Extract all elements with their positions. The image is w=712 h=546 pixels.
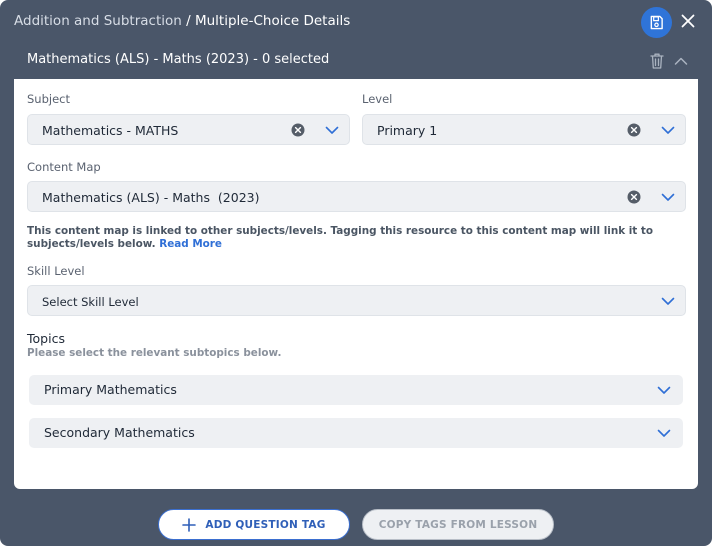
topics-subtitle: Please select the relevant subtopics bel… bbox=[27, 347, 282, 359]
level-select[interactable]: Primary 1 bbox=[362, 114, 686, 145]
save-icon bbox=[650, 15, 663, 30]
clear-icon[interactable] bbox=[627, 190, 641, 204]
skill-level-placeholder: Select Skill Level bbox=[42, 295, 139, 309]
content-map-note: This content map is linked to other subj… bbox=[27, 225, 687, 250]
breadcrumb-separator: / bbox=[181, 13, 195, 29]
panel-title: Mathematics (ALS) - Maths (2023) - 0 sel… bbox=[27, 52, 330, 67]
skill-level-select[interactable]: Select Skill Level bbox=[27, 285, 686, 316]
subject-label: Subject bbox=[27, 92, 70, 106]
topic-accordion-secondary[interactable]: Secondary Mathematics bbox=[29, 418, 683, 448]
panel-header[interactable]: Mathematics (ALS) - Maths (2023) - 0 sel… bbox=[14, 42, 698, 79]
breadcrumb-parent[interactable]: Addition and Subtraction bbox=[14, 13, 182, 29]
content-map-value: Mathematics (ALS) - Maths (2023) bbox=[42, 190, 260, 205]
topics-title: Topics bbox=[27, 331, 65, 346]
chevron-down-icon bbox=[657, 429, 671, 437]
add-question-tag-button[interactable]: ADD QUESTION TAG bbox=[158, 509, 350, 540]
chevron-down-icon bbox=[657, 386, 671, 394]
title-bar: Addition and Subtraction / Multiple-Choi… bbox=[0, 0, 712, 42]
note-text: This content map is linked to other subj… bbox=[27, 225, 653, 250]
chevron-down-icon[interactable] bbox=[325, 124, 339, 136]
chevron-up-icon[interactable] bbox=[673, 53, 689, 69]
copy-tags-label: COPY TAGS FROM LESSON bbox=[378, 518, 538, 531]
topic-label: Primary Mathematics bbox=[44, 382, 177, 397]
clear-icon[interactable] bbox=[291, 123, 305, 137]
close-icon bbox=[681, 14, 695, 28]
modal-window: Addition and Subtraction / Multiple-Choi… bbox=[0, 0, 712, 546]
save-button[interactable] bbox=[641, 7, 672, 38]
subject-select[interactable]: Mathematics - MATHS bbox=[27, 114, 350, 145]
tag-panel: Mathematics (ALS) - Maths (2023) - 0 sel… bbox=[14, 42, 698, 489]
chevron-down-icon[interactable] bbox=[661, 295, 675, 307]
content-map-label: Content Map bbox=[27, 160, 101, 174]
close-button[interactable] bbox=[679, 12, 697, 30]
clear-icon[interactable] bbox=[627, 123, 641, 137]
breadcrumb-current: Multiple-Choice Details bbox=[194, 13, 351, 29]
read-more-link[interactable]: Read More bbox=[159, 238, 222, 250]
breadcrumb: Addition and Subtraction / Multiple-Choi… bbox=[14, 13, 350, 29]
trash-icon[interactable] bbox=[649, 52, 665, 70]
chevron-down-icon[interactable] bbox=[661, 124, 675, 136]
add-question-tag-label: ADD QUESTION TAG bbox=[205, 518, 326, 531]
topic-accordion-primary[interactable]: Primary Mathematics bbox=[29, 375, 683, 405]
plus-icon bbox=[182, 517, 197, 532]
subject-value: Mathematics - MATHS bbox=[42, 123, 179, 138]
level-label: Level bbox=[362, 92, 393, 106]
level-value: Primary 1 bbox=[377, 123, 438, 138]
skill-level-label: Skill Level bbox=[27, 264, 85, 278]
topic-label: Secondary Mathematics bbox=[44, 425, 195, 440]
content-map-select[interactable]: Mathematics (ALS) - Maths (2023) bbox=[27, 181, 686, 212]
copy-tags-from-lesson-button[interactable]: COPY TAGS FROM LESSON bbox=[362, 509, 554, 540]
chevron-down-icon[interactable] bbox=[661, 191, 675, 203]
